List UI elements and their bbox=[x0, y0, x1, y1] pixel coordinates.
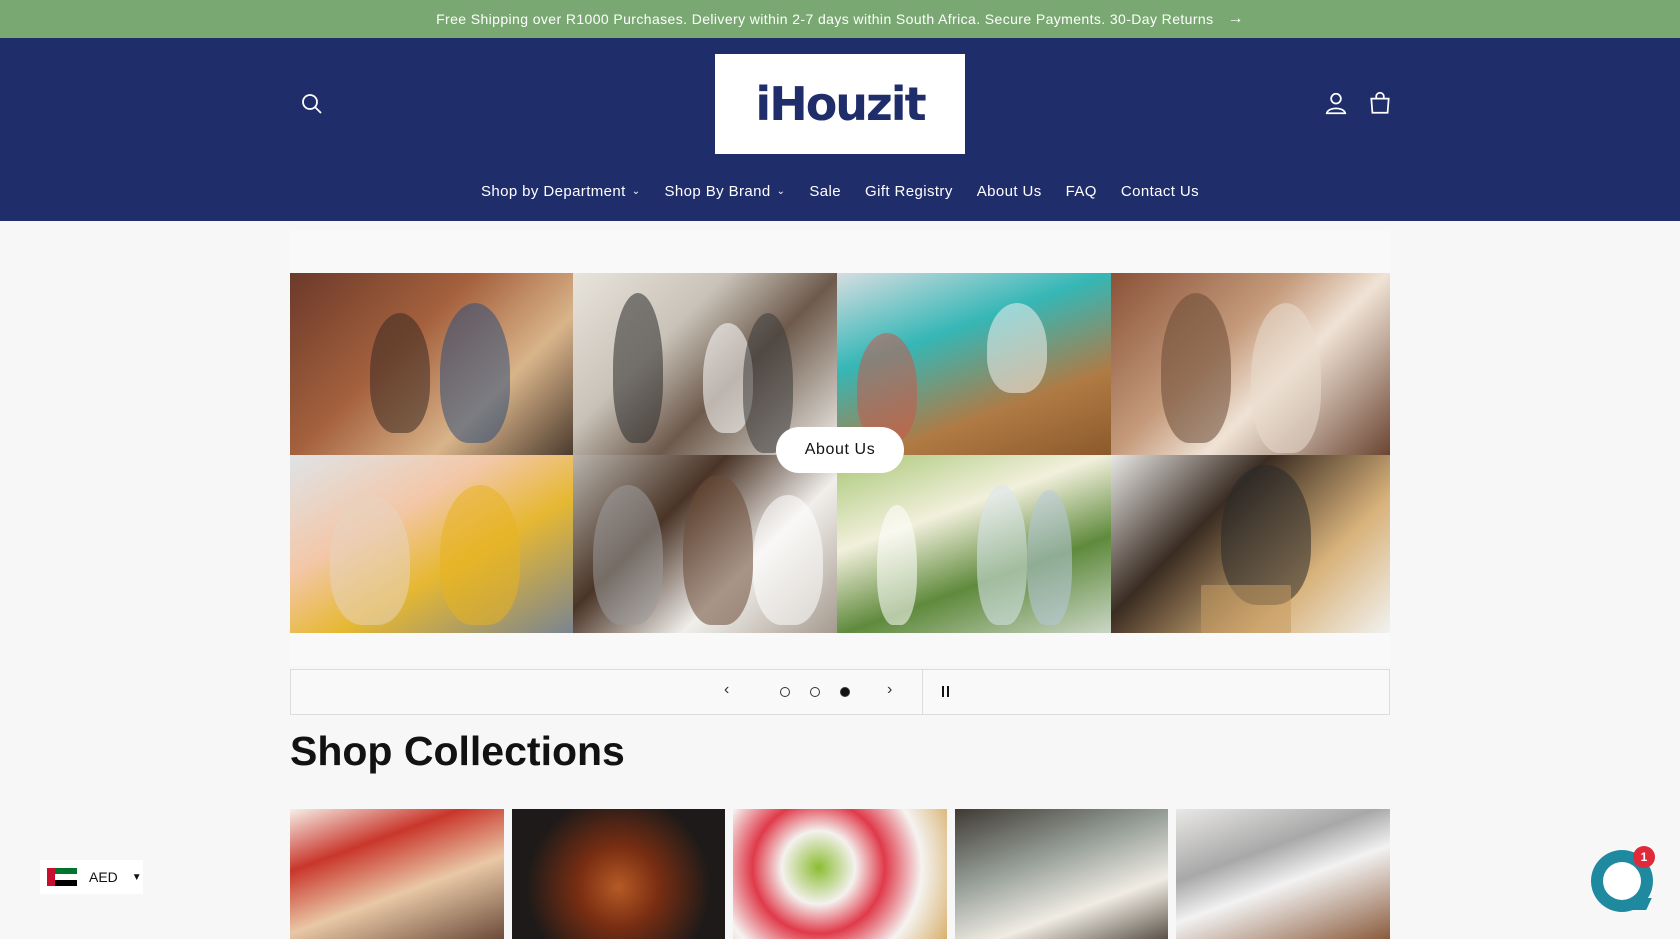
nav-label: Sale bbox=[809, 183, 842, 200]
hero-image-family-bicycles bbox=[837, 455, 1111, 633]
site-header: iHouzit Shop by Department ⌄ Shop By Bra… bbox=[0, 38, 1680, 221]
pause-icon[interactable] bbox=[942, 686, 949, 697]
announcement-bar[interactable]: Free Shipping over R1000 Purchases. Deli… bbox=[0, 0, 1680, 38]
announcement-text: Free Shipping over R1000 Purchases. Deli… bbox=[436, 11, 1214, 27]
currency-code: AED bbox=[89, 869, 118, 885]
chat-notification-badge: 1 bbox=[1633, 846, 1655, 868]
arrow-right-icon[interactable]: → bbox=[1228, 10, 1244, 28]
nav-faq[interactable]: FAQ bbox=[1066, 183, 1097, 200]
chevron-down-icon: ⌄ bbox=[631, 186, 641, 197]
nav-shop-by-brand[interactable]: Shop By Brand ⌄ bbox=[665, 183, 786, 200]
slide-dot-2[interactable] bbox=[810, 687, 820, 697]
slide-dot-1[interactable] bbox=[780, 687, 790, 697]
collection-card-bar-restaurant[interactable] bbox=[290, 809, 504, 939]
collections-grid bbox=[290, 809, 1390, 939]
caret-down-icon: ▼ bbox=[131, 871, 142, 883]
site-logo[interactable]: iHouzit bbox=[715, 54, 965, 154]
slide-dot-3[interactable] bbox=[840, 687, 850, 697]
nav-sale[interactable]: Sale bbox=[809, 183, 841, 200]
chevron-left-icon[interactable]: ‹ bbox=[724, 681, 729, 699]
section-title-shop-collections: Shop Collections bbox=[290, 728, 625, 774]
cart-icon[interactable] bbox=[1367, 90, 1393, 116]
nav-label: Shop by Department bbox=[480, 183, 626, 200]
hero-image-moving-boxes bbox=[1111, 455, 1390, 633]
about-us-button[interactable]: About Us bbox=[776, 427, 904, 473]
collection-card-grill[interactable] bbox=[511, 809, 726, 939]
uae-flag-icon bbox=[47, 868, 77, 886]
main-nav: Shop by Department ⌄ Shop By Brand ⌄ Sal… bbox=[0, 183, 1680, 200]
collection-card-home-decor[interactable] bbox=[954, 809, 1169, 939]
chat-bubble-icon bbox=[1603, 862, 1641, 900]
nav-label: Gift Registry bbox=[865, 183, 953, 200]
hero-image-couple-keys bbox=[290, 455, 573, 633]
collection-card-serveware[interactable] bbox=[733, 809, 947, 939]
nav-label: Contact Us bbox=[1120, 183, 1200, 200]
hero-image-family-reading bbox=[573, 455, 837, 633]
account-icon[interactable] bbox=[1323, 90, 1349, 116]
search-icon[interactable] bbox=[300, 92, 324, 116]
controls-divider bbox=[922, 669, 923, 715]
nav-label: FAQ bbox=[1065, 183, 1097, 200]
nav-gift-registry[interactable]: Gift Registry bbox=[865, 183, 953, 200]
nav-label: About Us bbox=[976, 183, 1042, 200]
nav-contact-us[interactable]: Contact Us bbox=[1121, 183, 1199, 200]
chevron-right-icon[interactable]: › bbox=[887, 681, 892, 699]
collection-card-cookware[interactable] bbox=[1176, 809, 1390, 939]
hero-image-family-tablet bbox=[1111, 273, 1390, 455]
nav-about-us[interactable]: About Us bbox=[977, 183, 1042, 200]
chevron-down-icon: ⌄ bbox=[776, 186, 786, 197]
currency-selector[interactable]: AED ▼ bbox=[40, 860, 143, 894]
nav-label: Shop By Brand bbox=[664, 183, 771, 200]
hero-image-kitchen-couple bbox=[290, 273, 573, 455]
logo-text: iHouzit bbox=[755, 77, 926, 131]
nav-shop-by-department[interactable]: Shop by Department ⌄ bbox=[481, 183, 641, 200]
